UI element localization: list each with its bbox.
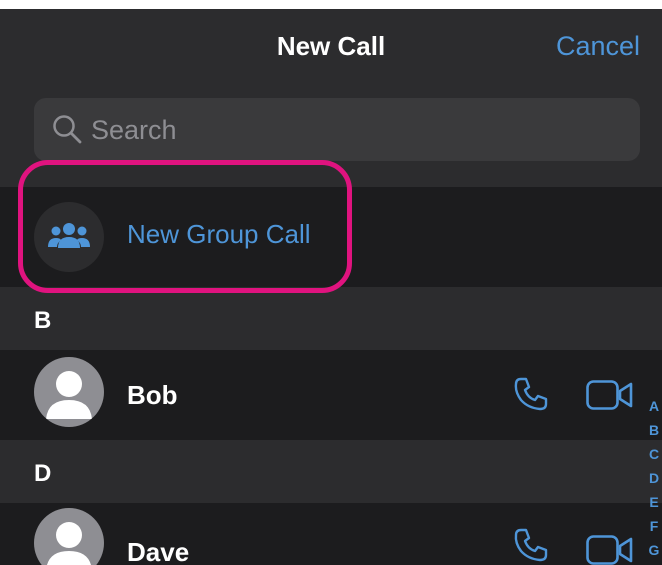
avatar xyxy=(34,357,104,427)
group-icon xyxy=(48,223,90,248)
section-header-d: D xyxy=(0,440,662,503)
index-letter[interactable]: B xyxy=(646,418,662,442)
person-icon xyxy=(46,522,92,565)
search-input[interactable] xyxy=(89,98,633,163)
avatar xyxy=(34,508,104,565)
section-letter: D xyxy=(34,460,52,487)
video-call-icon[interactable] xyxy=(586,380,634,410)
index-letter[interactable]: G xyxy=(646,538,662,562)
alphabet-index[interactable]: A B C D E F G xyxy=(646,394,662,562)
contact-name: Bob xyxy=(127,380,178,410)
index-letter[interactable]: D xyxy=(646,466,662,490)
section-header-b: B xyxy=(0,287,662,350)
index-letter[interactable]: F xyxy=(646,514,662,538)
index-letter[interactable]: E xyxy=(646,490,662,514)
search-bar[interactable] xyxy=(34,98,640,163)
contact-name: Dave xyxy=(127,537,190,565)
new-group-call-row[interactable]: New Group Call xyxy=(0,187,662,287)
index-letter[interactable]: C xyxy=(646,442,662,466)
search-icon xyxy=(53,115,82,144)
contact-row-dave[interactable]: Dave xyxy=(0,503,662,565)
new-call-screen: New Call Cancel New Group Call B xyxy=(0,9,662,565)
group-avatar xyxy=(34,202,104,272)
contact-row-bob[interactable]: Bob xyxy=(0,350,662,440)
section-letter: B xyxy=(34,307,52,334)
phone-icon[interactable] xyxy=(513,527,549,563)
person-icon xyxy=(46,371,92,419)
phone-icon[interactable] xyxy=(513,376,549,412)
index-letter[interactable]: A xyxy=(646,394,662,418)
new-group-call-label: New Group Call xyxy=(127,219,311,249)
header: New Call Cancel xyxy=(0,9,662,187)
cancel-button[interactable]: Cancel xyxy=(556,31,640,62)
video-call-icon[interactable] xyxy=(586,535,634,565)
